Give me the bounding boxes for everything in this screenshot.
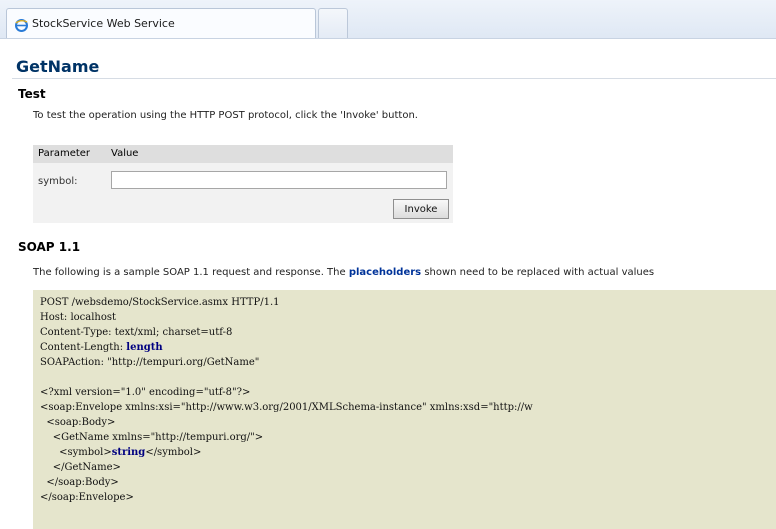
code-line: <soap:Envelope xmlns:xsi="http://www.w3.…	[40, 402, 533, 413]
soap-description: The following is a sample SOAP 1.1 reque…	[33, 267, 654, 278]
code-line: </GetName>	[40, 462, 121, 473]
parameter-table: Parameter Value symbol: Invoke	[33, 145, 453, 223]
code-line: SOAPAction: "http://tempuri.org/GetName"	[40, 357, 260, 368]
code-line: <?xml version="1.0" encoding="utf-8"?>	[40, 387, 251, 398]
invoke-button[interactable]: Invoke	[393, 199, 449, 219]
param-label-symbol: symbol:	[38, 176, 78, 187]
column-value: Value	[111, 148, 139, 159]
column-parameter: Parameter	[38, 148, 91, 159]
divider	[12, 78, 776, 79]
code-line: Content-Length: length	[40, 342, 163, 353]
code-line: </soap:Envelope>	[40, 492, 134, 503]
page-title: GetName	[16, 57, 100, 76]
browser-tab-bar: StockService Web Service	[0, 0, 776, 39]
new-tab-button[interactable]	[318, 8, 348, 38]
code-line: Content-Type: text/xml; charset=utf-8	[40, 327, 233, 338]
soap-request-code: POST /websdemo/StockService.asmx HTTP/1.…	[33, 290, 776, 529]
soap-desc-text: The following is a sample SOAP 1.1 reque…	[33, 267, 349, 278]
internet-explorer-icon	[15, 17, 28, 32]
code-line: </soap:Body>	[40, 477, 119, 488]
test-description: To test the operation using the HTTP POS…	[33, 110, 418, 121]
code-text: </symbol>	[145, 447, 202, 458]
code-text: Content-Length:	[40, 342, 127, 353]
code-line: <soap:Body>	[40, 417, 116, 428]
soap-desc-text-end: shown need to be replaced with actual va…	[421, 267, 655, 278]
code-line: <symbol>string</symbol>	[40, 447, 201, 458]
code-line: POST /websdemo/StockService.asmx HTTP/1.…	[40, 297, 280, 308]
code-placeholder: length	[126, 342, 163, 353]
test-heading: Test	[18, 87, 46, 101]
symbol-input[interactable]	[111, 171, 447, 189]
parameter-table-header: Parameter Value	[33, 145, 453, 163]
code-line: Host: localhost	[40, 312, 117, 323]
soap-heading: SOAP 1.1	[18, 240, 81, 254]
browser-tab-active[interactable]: StockService Web Service	[6, 8, 316, 38]
code-text: <symbol>	[40, 447, 112, 458]
placeholders-term: placeholders	[348, 267, 422, 278]
tab-title: StockService Web Service	[32, 17, 175, 30]
code-placeholder: string	[111, 447, 146, 458]
code-line: <GetName xmlns="http://tempuri.org/">	[40, 432, 264, 443]
